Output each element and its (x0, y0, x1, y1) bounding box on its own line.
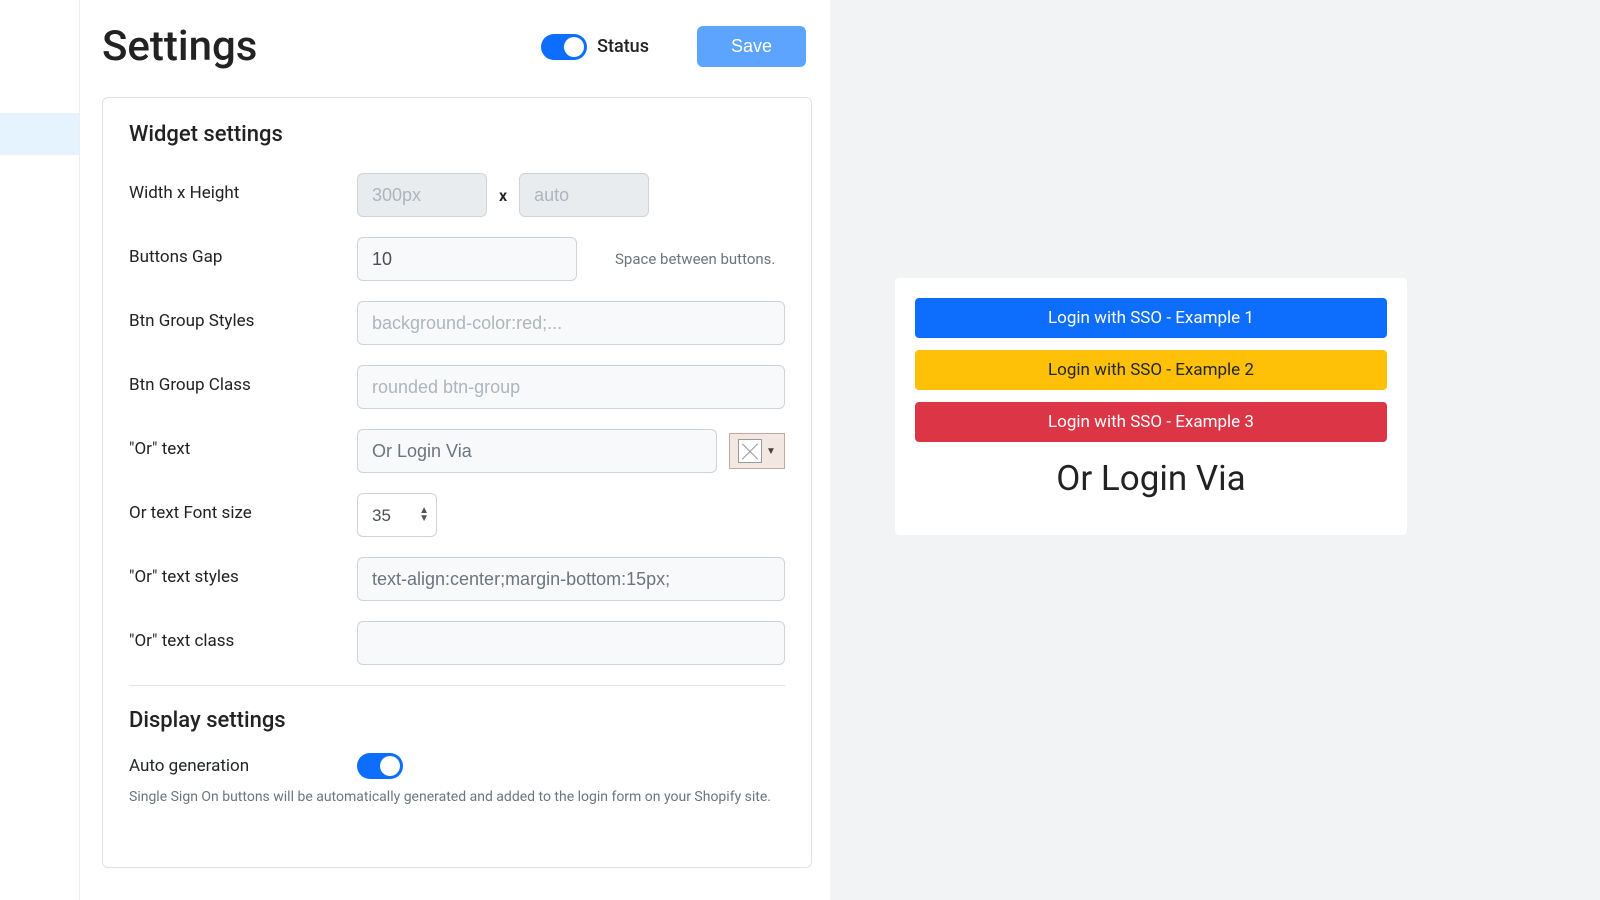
sidebar-active-item[interactable] (0, 113, 79, 155)
section-divider (129, 685, 785, 686)
settings-card: Widget settings Width x Height x Buttons… (102, 97, 812, 868)
buttons-gap-help: Space between buttons. (615, 250, 775, 268)
or-font-size-label: Or text Font size (129, 493, 357, 523)
preview-sso-button-3[interactable]: Login with SSO - Example 3 (915, 402, 1387, 442)
or-text-styles-input[interactable] (357, 557, 785, 601)
btn-group-class-input[interactable] (357, 365, 785, 409)
widget-section-title: Widget settings (129, 122, 785, 147)
btn-group-styles-label: Btn Group Styles (129, 301, 357, 331)
preview-or-text: Or Login Via (915, 458, 1387, 499)
save-button[interactable]: Save (697, 26, 806, 67)
auto-generation-toggle[interactable] (357, 753, 403, 779)
toggle-knob-icon (564, 37, 584, 57)
auto-generation-hint: Single Sign On buttons will be automatic… (129, 789, 785, 805)
buttons-gap-input[interactable] (357, 237, 577, 281)
or-text-label: "Or" text (129, 429, 357, 459)
width-height-label: Width x Height (129, 173, 357, 203)
preview-panel: Login with SSO - Example 1 Login with SS… (830, 0, 1600, 900)
display-section-title: Display settings (129, 708, 785, 733)
or-font-size-select[interactable]: 35 (357, 493, 437, 537)
btn-group-class-label: Btn Group Class (129, 365, 357, 395)
preview-sso-button-2[interactable]: Login with SSO - Example 2 (915, 350, 1387, 390)
height-input[interactable] (519, 173, 649, 217)
or-text-styles-label: "Or" text styles (129, 557, 357, 587)
status-label: Status (597, 36, 649, 57)
or-text-color-picker[interactable]: ▼ (729, 433, 785, 469)
preview-sso-button-1[interactable]: Login with SSO - Example 1 (915, 298, 1387, 338)
or-text-class-label: "Or" text class (129, 621, 357, 651)
auto-generation-label: Auto generation (129, 756, 357, 776)
chevron-down-icon: ▼ (766, 446, 776, 457)
width-input[interactable] (357, 173, 487, 217)
page-title: Settings (102, 22, 257, 71)
status-toggle[interactable] (541, 34, 587, 60)
buttons-gap-label: Buttons Gap (129, 237, 357, 267)
toggle-knob-icon (380, 756, 400, 776)
preview-card: Login with SSO - Example 1 Login with SS… (895, 278, 1407, 535)
settings-panel: Settings Status Save Widget settings Wid… (80, 0, 830, 900)
x-separator: x (499, 186, 507, 205)
btn-group-styles-input[interactable] (357, 301, 785, 345)
color-swatch-icon (738, 439, 762, 463)
or-text-input[interactable] (357, 429, 717, 473)
or-text-class-input[interactable] (357, 621, 785, 665)
left-sidebar (0, 0, 80, 900)
